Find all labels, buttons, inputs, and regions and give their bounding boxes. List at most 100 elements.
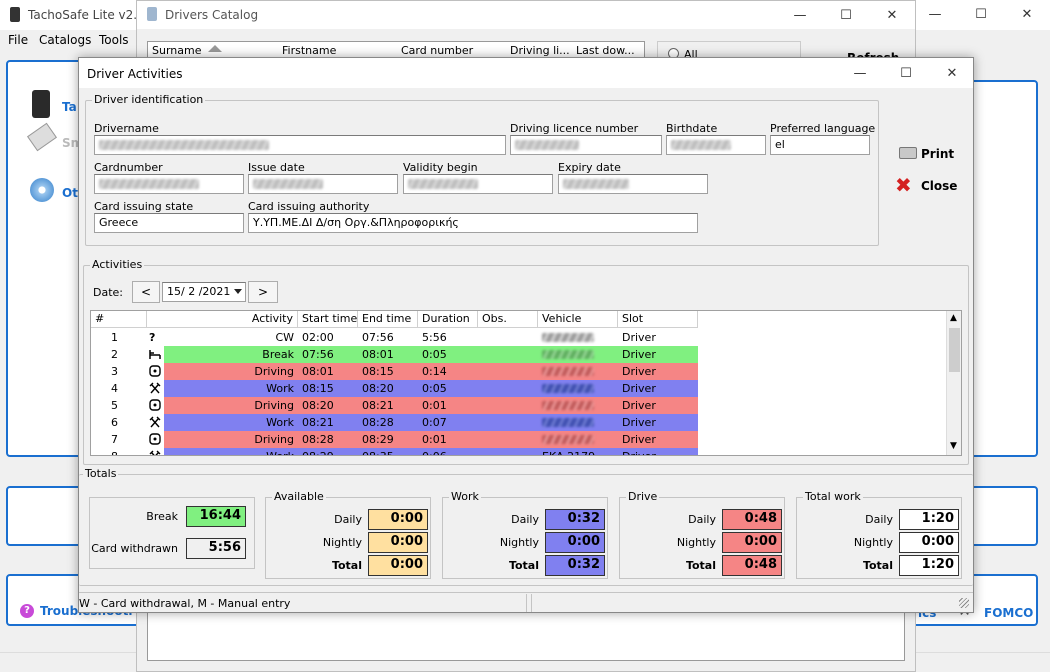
- col-surname[interactable]: Surname: [152, 44, 201, 57]
- row-obs: [478, 329, 538, 346]
- row-num: 6: [91, 414, 147, 431]
- table-row[interactable]: 7 Driving 08:28 08:29 0:01 Driver: [91, 431, 698, 448]
- table-row[interactable]: 6 Work 08:21 08:28 0:07 Driver: [91, 414, 698, 431]
- activities-title: Activities: [90, 258, 145, 271]
- driver-activities-dialog: Driver Activities — ☐ ✕ Driver identific…: [78, 57, 974, 613]
- col-cardnumber[interactable]: Card number: [401, 44, 473, 57]
- row-obs: [478, 414, 538, 431]
- issue-date-field[interactable]: [248, 174, 398, 194]
- dialog-maximize-button[interactable]: ☐: [883, 59, 929, 87]
- birthdate-field[interactable]: [666, 135, 766, 155]
- menu-file[interactable]: File: [8, 33, 28, 47]
- close-button[interactable]: ✖ Close: [895, 173, 965, 198]
- print-label: Print: [921, 147, 955, 161]
- col-start[interactable]: Start time: [298, 311, 358, 328]
- drivername-field[interactable]: [94, 135, 506, 155]
- table-row[interactable]: 4 Work 08:15 08:20 0:05 Driver: [91, 380, 698, 397]
- col-licence[interactable]: Driving li...: [510, 44, 570, 57]
- side-item-tacho[interactable]: Ta: [62, 100, 77, 114]
- row-end: 08:28: [358, 414, 418, 431]
- available-title: Available: [272, 490, 326, 503]
- cardnumber-label: Cardnumber: [94, 161, 163, 174]
- scroll-up-icon[interactable]: ▲: [950, 313, 957, 323]
- table-row[interactable]: 1? CW 02:00 07:56 5:56 Driver: [91, 329, 698, 346]
- red-x-icon: ✖: [895, 173, 912, 197]
- catalog-close-button[interactable]: ✕: [869, 1, 915, 29]
- row-obs: [478, 363, 538, 380]
- main-maximize-button[interactable]: ☐: [958, 0, 1004, 28]
- cardnumber-field[interactable]: [94, 174, 244, 194]
- fomco-link[interactable]: FOMCO: [984, 606, 1033, 620]
- scroll-thumb[interactable]: [949, 328, 960, 372]
- row-vehicle: [538, 363, 618, 380]
- main-minimize-button[interactable]: —: [912, 0, 958, 28]
- card-withdrawn-value: 5:56: [186, 538, 246, 559]
- col-activity[interactable]: Activity: [147, 311, 298, 328]
- total-label: Total: [685, 559, 716, 572]
- row-slot: Driver: [618, 380, 698, 397]
- table-row[interactable]: 2 Break 07:56 08:01 0:05 Driver: [91, 346, 698, 363]
- row-end: 08:20: [358, 380, 418, 397]
- licence-field[interactable]: [510, 135, 662, 155]
- scroll-down-icon[interactable]: ▼: [950, 441, 957, 451]
- row-activity: Work: [164, 448, 298, 455]
- available-daily-value: 0:00: [368, 509, 428, 530]
- row-vehicle: [538, 346, 618, 363]
- totals-title: Totals: [83, 467, 119, 480]
- break-box: Break 16:44 Card withdrawn 5:56: [89, 497, 255, 569]
- table-row-partial[interactable]: 8 Work08:2908:350:06 ΕΚΑ 2179Driver: [91, 448, 698, 455]
- work-nightly-value: 0:00: [545, 532, 605, 553]
- validity-begin-field[interactable]: [403, 174, 553, 194]
- daily-label: Daily: [511, 513, 539, 526]
- col-obs[interactable]: Obs.: [478, 311, 538, 328]
- prev-day-button[interactable]: <: [132, 281, 160, 303]
- issuing-authority-field[interactable]: Υ.ΥΠ.ΜΕ.ΔΙ Δ/ση Οργ.&Πληροφορικής: [248, 213, 698, 233]
- menu-tools[interactable]: Tools: [99, 33, 129, 47]
- row-duration: 0:01: [418, 397, 478, 414]
- driver-identification-group: Driver identification Drivername Driving…: [85, 93, 879, 246]
- print-button[interactable]: Print: [897, 144, 967, 164]
- disc-icon: [30, 178, 54, 202]
- dialog-minimize-button[interactable]: —: [837, 59, 883, 87]
- col-vehicle[interactable]: Vehicle: [538, 311, 618, 328]
- licence-label: Driving licence number: [510, 122, 639, 135]
- language-field[interactable]: el: [770, 135, 870, 155]
- grid-scrollbar[interactable]: ▲ ▼: [946, 311, 961, 455]
- col-duration[interactable]: Duration: [418, 311, 478, 328]
- hammers-icon: [147, 380, 164, 397]
- col-end[interactable]: End time: [358, 311, 418, 328]
- drive-total-value: 0:48: [722, 555, 782, 576]
- row-end: 08:35: [358, 448, 418, 455]
- row-end: 08:01: [358, 346, 418, 363]
- catalog-maximize-button[interactable]: ☐: [823, 1, 869, 29]
- issuing-state-field[interactable]: Greece: [94, 213, 244, 233]
- catalog-icon: [147, 7, 157, 21]
- col-lastdownload[interactable]: Last dow...: [576, 44, 635, 57]
- menu-catalogs[interactable]: Catalogs: [39, 33, 91, 47]
- dialog-close-x-button[interactable]: ✕: [929, 59, 975, 87]
- table-row[interactable]: 3 Driving 08:01 08:15 0:14 Driver: [91, 363, 698, 380]
- card-reader-icon: [32, 90, 50, 118]
- date-picker[interactable]: 15/ 2 /2021: [162, 282, 246, 302]
- validity-begin-label: Validity begin: [403, 161, 478, 174]
- total-label: Total: [508, 559, 539, 572]
- date-label: Date:: [93, 286, 123, 299]
- row-num: 7: [91, 431, 147, 448]
- col-num[interactable]: #: [91, 311, 147, 328]
- main-close-button[interactable]: ✕: [1004, 0, 1050, 28]
- expiry-date-field[interactable]: [558, 174, 708, 194]
- bed-icon: [147, 346, 164, 363]
- resize-grip-icon[interactable]: [959, 598, 969, 608]
- issue-date-label: Issue date: [248, 161, 305, 174]
- row-num: 3: [91, 363, 147, 380]
- next-day-button[interactable]: >: [248, 281, 278, 303]
- row-activity: Driving: [164, 397, 298, 414]
- col-firstname[interactable]: Firstname: [282, 44, 336, 57]
- work-title: Work: [449, 490, 481, 503]
- table-row[interactable]: 5 Driving 08:20 08:21 0:01 Driver: [91, 397, 698, 414]
- catalog-minimize-button[interactable]: —: [777, 1, 823, 29]
- catalog-title-bar: Drivers Catalog — ☐ ✕: [137, 1, 915, 29]
- side-item-other[interactable]: Ot: [62, 186, 78, 200]
- row-activity: Driving: [164, 363, 298, 380]
- col-slot[interactable]: Slot: [618, 311, 698, 328]
